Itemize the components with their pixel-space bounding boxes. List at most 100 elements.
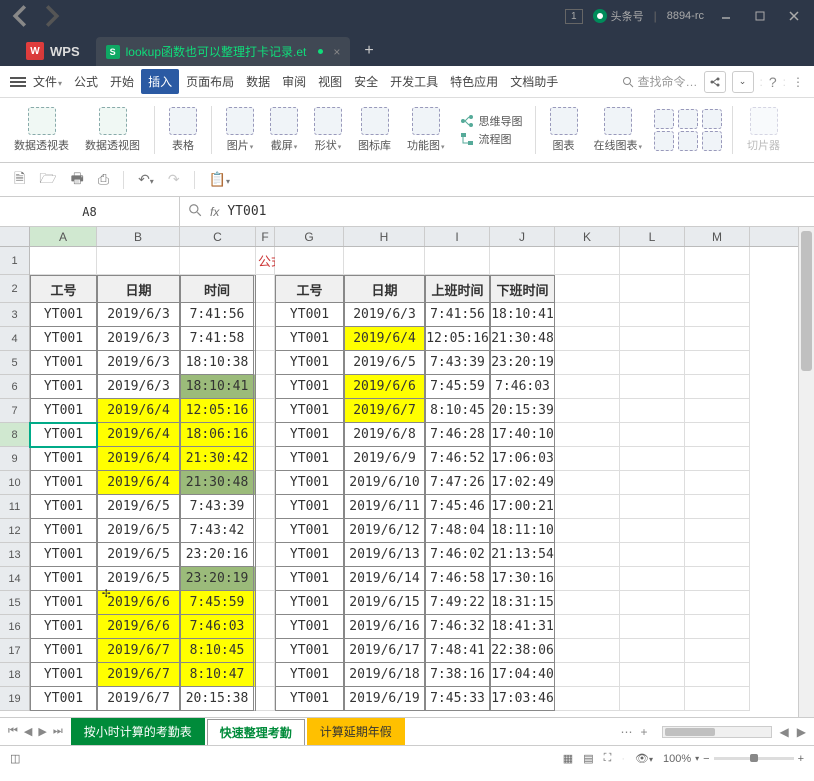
cell-M4[interactable] [685, 327, 750, 351]
cell-G10[interactable]: YT001 [275, 471, 344, 495]
cell-C6[interactable]: 18:10:41 [180, 375, 256, 399]
cell-A7[interactable]: YT001 [30, 399, 97, 423]
cell-G1[interactable] [275, 247, 344, 275]
cell-H17[interactable]: 2019/6/17 [344, 639, 425, 663]
cell-B3[interactable]: 2019/6/3 [97, 303, 180, 327]
document-tab[interactable]: lookup函数也可以整理打卡记录.et × [96, 37, 351, 66]
qa-paste-icon[interactable]: 📋▾ [209, 171, 230, 188]
cell-B16[interactable]: 2019/6/6 [97, 615, 180, 639]
cell-I17[interactable]: 7:48:41 [425, 639, 490, 663]
cell-M16[interactable] [685, 615, 750, 639]
cell-G13[interactable]: YT001 [275, 543, 344, 567]
cell-L6[interactable] [620, 375, 685, 399]
cell-A12[interactable]: YT001 [30, 519, 97, 543]
cell-M18[interactable] [685, 663, 750, 687]
sheet-add-button[interactable]: + [641, 725, 648, 739]
cell-K13[interactable] [555, 543, 620, 567]
cell-K5[interactable] [555, 351, 620, 375]
ribbon-iconlib[interactable]: 图标库 [352, 107, 397, 153]
cell-F5[interactable] [256, 351, 275, 375]
cell-I13[interactable]: 7:46:02 [425, 543, 490, 567]
qa-save-icon[interactable]: 🗎 [14, 168, 25, 192]
vscroll-thumb[interactable] [801, 231, 812, 371]
cell-G6[interactable]: YT001 [275, 375, 344, 399]
cell-L9[interactable] [620, 447, 685, 471]
nav-forward-icon[interactable] [40, 4, 64, 28]
cell-A13[interactable]: YT001 [30, 543, 97, 567]
ribbon-onlinechart[interactable]: 在线图表 [588, 107, 649, 153]
sheet-tab-1[interactable]: 按小时计算的考勤表 [71, 718, 205, 745]
cell-F16[interactable] [256, 615, 275, 639]
hscroll-right-icon[interactable]: ▶ [797, 725, 806, 739]
cell-B11[interactable]: 2019/6/5 [97, 495, 180, 519]
ribbon-flowchart[interactable]: 流程图 [459, 131, 523, 147]
cell-A18[interactable]: YT001 [30, 663, 97, 687]
cell-L19[interactable] [620, 687, 685, 711]
sheet-nav[interactable]: ⏮ ◀ ▶ ⏭ [8, 725, 69, 738]
cell-J10[interactable]: 17:02:49 [490, 471, 555, 495]
cell-L10[interactable] [620, 471, 685, 495]
cell-G11[interactable]: YT001 [275, 495, 344, 519]
cell-B8[interactable]: 2019/6/4 [97, 423, 180, 447]
cell-H12[interactable]: 2019/6/12 [344, 519, 425, 543]
ribbon-mini-chart-4[interactable] [654, 131, 674, 151]
view-pagelayout-icon[interactable]: ▤ [583, 752, 593, 765]
cell-H8[interactable]: 2019/6/8 [344, 423, 425, 447]
row-header[interactable]: 4 [0, 327, 29, 351]
cell-I14[interactable]: 7:46:58 [425, 567, 490, 591]
cell-L3[interactable] [620, 303, 685, 327]
cell-H13[interactable]: 2019/6/13 [344, 543, 425, 567]
cell-H1[interactable] [344, 247, 425, 275]
cell-G5[interactable]: YT001 [275, 351, 344, 375]
cell-A1[interactable] [30, 247, 97, 275]
cell-C8[interactable]: 18:06:16 [180, 423, 256, 447]
cell-K17[interactable] [555, 639, 620, 663]
col-header-B[interactable]: B [97, 227, 180, 246]
cell-F7[interactable] [256, 399, 275, 423]
cell-F15[interactable] [256, 591, 275, 615]
cell-H15[interactable]: 2019/6/15 [344, 591, 425, 615]
cell-M8[interactable] [685, 423, 750, 447]
col-header-L[interactable]: L [620, 227, 685, 246]
qa-preview-icon[interactable]: ⎙ [98, 171, 109, 188]
cell-F11[interactable] [256, 495, 275, 519]
cell-L14[interactable] [620, 567, 685, 591]
cell-F12[interactable] [256, 519, 275, 543]
cell-M9[interactable] [685, 447, 750, 471]
cell-C11[interactable]: 7:43:39 [180, 495, 256, 519]
sheet-tab-2[interactable]: 快速整理考勤 [207, 719, 305, 745]
qa-print-icon[interactable]: 🖶 [71, 168, 84, 192]
cell-G7[interactable]: YT001 [275, 399, 344, 423]
cell-J7[interactable]: 20:15:39 [490, 399, 555, 423]
maximize-icon[interactable] [748, 4, 772, 28]
ribbon-mini-chart-3[interactable] [702, 109, 722, 129]
cell-A2[interactable]: 工号 [30, 275, 97, 303]
cell-C19[interactable]: 20:15:38 [180, 687, 256, 711]
cell-G16[interactable]: YT001 [275, 615, 344, 639]
cell-K9[interactable] [555, 447, 620, 471]
cell-G8[interactable]: YT001 [275, 423, 344, 447]
cell-I15[interactable]: 7:49:22 [425, 591, 490, 615]
cell-L2[interactable] [620, 275, 685, 303]
cell-C7[interactable]: 12:05:16 [180, 399, 256, 423]
sheet-next-icon[interactable]: ▶ [38, 725, 46, 738]
cell-F1[interactable]: 公式法 [256, 247, 275, 275]
cell-M13[interactable] [685, 543, 750, 567]
cell-B10[interactable]: 2019/6/4 [97, 471, 180, 495]
ribbon-mindmap[interactable]: 思维导图 [459, 113, 523, 129]
cell-K16[interactable] [555, 615, 620, 639]
menu-view[interactable]: 视图 [313, 69, 347, 94]
cell-M2[interactable] [685, 275, 750, 303]
cell-B7[interactable]: 2019/6/4 [97, 399, 180, 423]
cell-A10[interactable]: YT001 [30, 471, 97, 495]
cell-K18[interactable] [555, 663, 620, 687]
wps-home-tab[interactable]: WPS [12, 36, 94, 66]
cell-M6[interactable] [685, 375, 750, 399]
cell-K19[interactable] [555, 687, 620, 711]
cell-M1[interactable] [685, 247, 750, 275]
view-normal-icon[interactable]: ▦ [563, 752, 573, 765]
cell-K2[interactable] [555, 275, 620, 303]
cell-B5[interactable]: 2019/6/3 [97, 351, 180, 375]
zoom-out-icon[interactable]: − [703, 753, 709, 765]
cell-G3[interactable]: YT001 [275, 303, 344, 327]
